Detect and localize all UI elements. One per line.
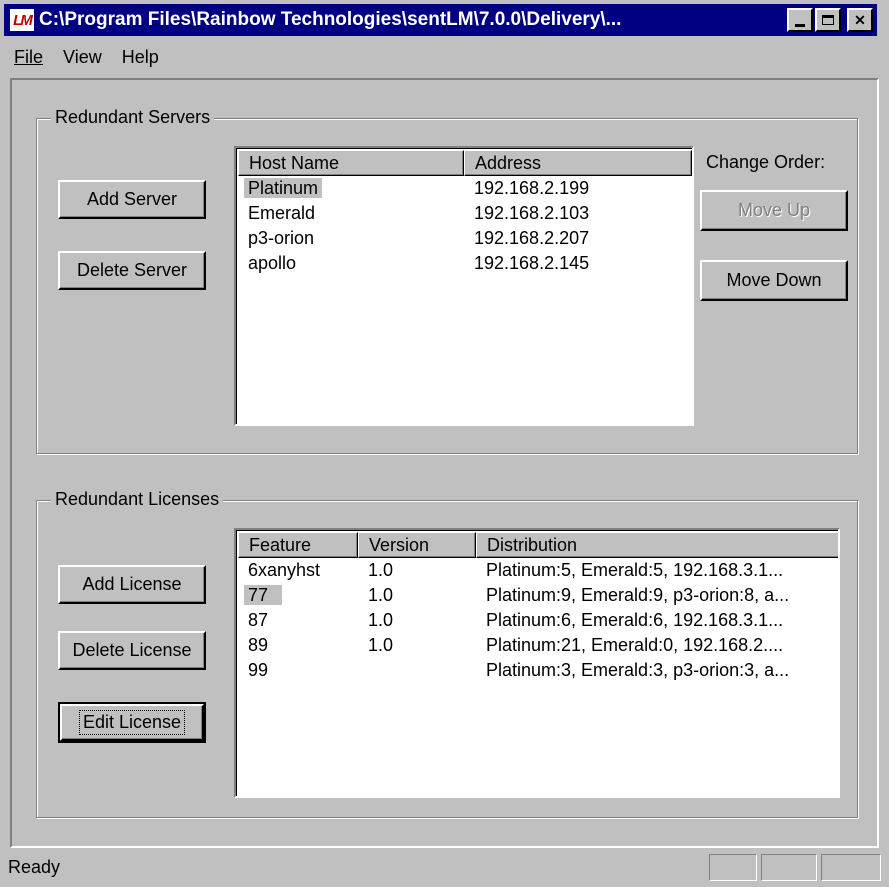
- distribution: Platinum:6, Emerald:6, 192.168.3.1...: [486, 610, 784, 630]
- status-panel: [761, 854, 817, 881]
- app-icon[interactable]: LM: [10, 9, 34, 31]
- host-name: Platinum: [244, 178, 323, 198]
- table-row[interactable]: 99 Platinum:3, Emerald:3, p3-orion:3, a.…: [238, 660, 838, 685]
- menu-file-label: File: [14, 46, 44, 67]
- version: [358, 660, 476, 685]
- table-row[interactable]: Emerald 192.168.2.103: [238, 203, 692, 228]
- table-row[interactable]: p3-orion 192.168.2.207: [238, 228, 692, 253]
- feature: 77: [244, 585, 283, 605]
- client-area: Redundant Servers Add Server Delete Serv…: [10, 78, 879, 848]
- host-name: apollo: [248, 253, 297, 273]
- table-row[interactable]: 89 1.0 Platinum:21, Emerald:0, 192.168.2…: [238, 635, 838, 660]
- change-order-label: Change Order:: [706, 152, 826, 172]
- version: 1.0: [368, 585, 394, 605]
- redundant-servers-label: Redundant Servers: [51, 107, 215, 128]
- delete-server-button[interactable]: Delete Server: [58, 251, 206, 290]
- feature: 99: [248, 660, 269, 680]
- add-server-button[interactable]: Add Server: [58, 180, 206, 219]
- close-button[interactable]: ✕: [847, 8, 873, 32]
- address: 192.168.2.207: [474, 228, 590, 248]
- status-bar: Ready: [4, 852, 885, 883]
- delete-license-button[interactable]: Delete License: [58, 631, 206, 670]
- feature: 89: [248, 635, 269, 655]
- host-name: Emerald: [248, 203, 316, 223]
- status-panel: [709, 854, 757, 881]
- menu-file[interactable]: File: [4, 47, 53, 68]
- table-row[interactable]: 87 1.0 Platinum:6, Emerald:6, 192.168.3.…: [238, 610, 838, 635]
- distribution: Platinum:3, Emerald:3, p3-orion:3, a...: [486, 660, 790, 680]
- address: 192.168.2.103: [474, 203, 590, 223]
- feature: 6xanyhst: [248, 560, 321, 580]
- table-row[interactable]: Platinum 192.168.2.199: [238, 178, 692, 203]
- feature: 87: [248, 610, 269, 630]
- column-host-name[interactable]: Host Name: [238, 150, 464, 176]
- menu-help-label: Help: [121, 46, 159, 67]
- add-license-button[interactable]: Add License: [58, 565, 206, 604]
- column-distribution[interactable]: Distribution: [476, 532, 838, 558]
- table-row[interactable]: 77 1.0 Platinum:9, Emerald:9, p3-orion:8…: [238, 585, 838, 610]
- move-down-button[interactable]: Move Down: [700, 260, 848, 301]
- minimize-button[interactable]: [787, 8, 813, 32]
- edit-license-button-label: Edit License: [78, 710, 186, 735]
- table-row[interactable]: 6xanyhst 1.0 Platinum:5, Emerald:5, 192.…: [238, 560, 838, 585]
- servers-list[interactable]: Host Name Address Platinum 192.168.2.199…: [234, 146, 694, 426]
- maximize-icon: [822, 15, 834, 25]
- address: 192.168.2.145: [474, 253, 590, 273]
- status-text: Ready: [8, 857, 61, 877]
- distribution: Platinum:9, Emerald:9, p3-orion:8, a...: [486, 585, 790, 605]
- column-address[interactable]: Address: [464, 150, 692, 176]
- redundant-licenses-label: Redundant Licenses: [51, 489, 224, 510]
- main-window: LM C:\Program Files\Rainbow Technologies…: [0, 0, 889, 887]
- version: 1.0: [368, 560, 394, 580]
- title-bar[interactable]: LM C:\Program Files\Rainbow Technologies…: [4, 4, 877, 36]
- host-name: p3-orion: [248, 228, 315, 248]
- minimize-icon: [795, 23, 805, 27]
- column-version[interactable]: Version: [358, 532, 476, 558]
- licenses-list-header: Feature Version Distribution: [238, 532, 838, 558]
- maximize-button[interactable]: [815, 8, 841, 32]
- move-up-button[interactable]: Move Up: [700, 190, 848, 231]
- edit-license-button[interactable]: Edit License: [58, 702, 206, 743]
- menu-help[interactable]: Help: [112, 47, 169, 68]
- menu-bar: File View Help: [4, 40, 169, 74]
- column-feature[interactable]: Feature: [238, 532, 358, 558]
- window-title: C:\Program Files\Rainbow Technologies\se…: [39, 9, 622, 30]
- close-icon: ✕: [854, 11, 866, 28]
- distribution: Platinum:21, Emerald:0, 192.168.2....: [486, 635, 784, 655]
- version: 1.0: [368, 610, 394, 630]
- licenses-list[interactable]: Feature Version Distribution 6xanyhst 1.…: [234, 528, 840, 798]
- status-panel: [821, 854, 881, 881]
- version: 1.0: [368, 635, 394, 655]
- distribution: Platinum:5, Emerald:5, 192.168.3.1...: [486, 560, 784, 580]
- address: 192.168.2.199: [474, 178, 590, 198]
- servers-list-header: Host Name Address: [238, 150, 692, 176]
- table-row[interactable]: apollo 192.168.2.145: [238, 253, 692, 278]
- menu-view[interactable]: View: [53, 47, 112, 68]
- menu-view-label: View: [63, 46, 102, 67]
- app-icon-glyph: LM: [13, 11, 33, 29]
